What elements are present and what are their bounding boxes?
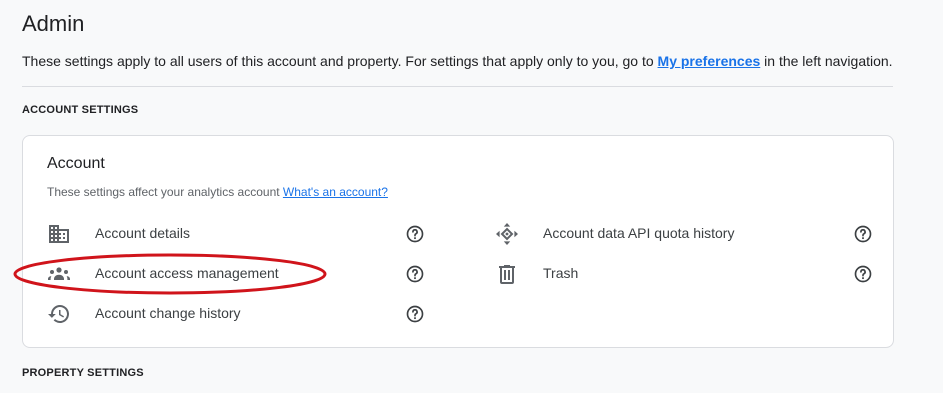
help-icon[interactable] [853,224,873,244]
account-change-history-label: Account change history [95,305,241,321]
history-icon [48,305,69,323]
intro-suffix: in the left navigation. [760,53,893,69]
account-data-api-quota-history-item[interactable]: Account data API quota history [495,222,875,246]
whats-an-account-link[interactable]: What's an account? [283,185,388,199]
help-icon[interactable] [405,304,425,324]
admin-page: Admin These settings apply to all users … [0,0,943,393]
account-change-history-item[interactable]: Account change history [47,302,427,326]
trash-label: Trash [543,265,579,281]
building-icon [49,225,69,243]
people-group-icon [48,267,70,280]
property-settings-header: PROPERTY SETTINGS [22,367,144,379]
page-title: Admin [22,11,85,36]
intro-prefix: These settings apply to all users of thi… [22,53,658,69]
intro-text: These settings apply to all users of thi… [22,53,893,69]
help-icon[interactable] [853,264,873,284]
account-card-title: Account [47,155,105,172]
account-details-item[interactable]: Account details [47,222,427,246]
help-icon[interactable] [405,224,425,244]
account-access-management-item[interactable]: Account access management [47,262,427,286]
account-settings-header: ACCOUNT SETTINGS [22,104,139,116]
account-card: Account These settings affect your analy… [22,135,894,348]
my-preferences-link[interactable]: My preferences [658,53,761,69]
account-card-subtitle-text: These settings affect your analytics acc… [47,185,283,199]
divider [22,86,893,87]
trash-item[interactable]: Trash [495,262,875,286]
help-icon[interactable] [405,264,425,284]
trash-icon [499,265,515,284]
account-details-label: Account details [95,225,190,241]
api-arrows-icon [496,223,518,245]
account-access-management-label: Account access management [95,265,279,281]
account-data-api-quota-history-label: Account data API quota history [543,225,735,241]
account-card-subtitle: These settings affect your analytics acc… [47,185,388,199]
